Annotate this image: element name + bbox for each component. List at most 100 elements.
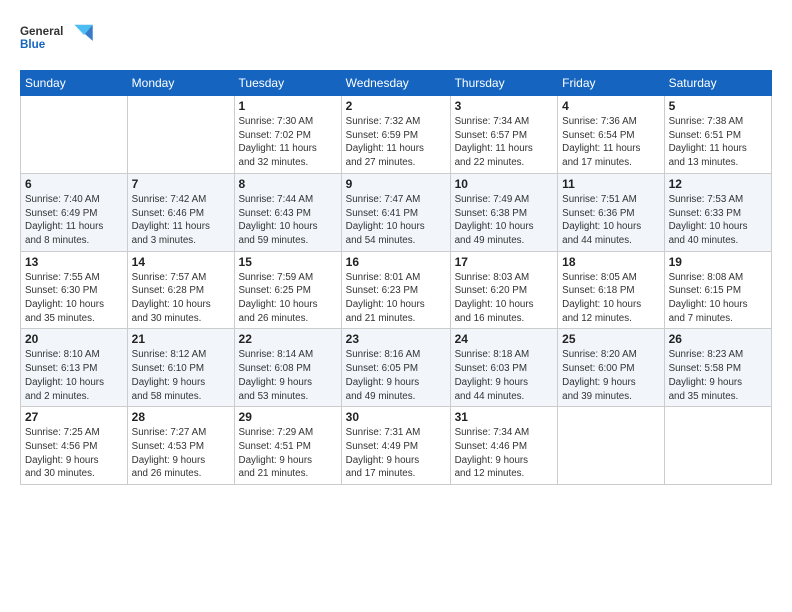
day-info: Sunrise: 7:42 AM Sunset: 6:46 PM Dayligh…	[132, 193, 230, 248]
day-number: 24	[455, 332, 554, 346]
day-cell: 4 Sunrise: 7:36 AM Sunset: 6:54 PM Daylig…	[558, 96, 664, 174]
day-info: Sunrise: 8:20 AM Sunset: 6:00 PM Dayligh…	[562, 348, 659, 403]
day-info: Sunrise: 8:03 AM Sunset: 6:20 PM Dayligh…	[455, 271, 554, 326]
day-info: Sunrise: 7:59 AM Sunset: 6:25 PM Dayligh…	[239, 271, 337, 326]
day-cell: 14 Sunrise: 7:57 AM Sunset: 6:28 PM Dayli…	[127, 251, 234, 329]
week-row-3: 13Sunrise: 7:55 AM Sunset: 6:30 PM Dayli…	[21, 251, 772, 329]
day-info: Sunrise: 8:05 AM Sunset: 6:18 PM Dayligh…	[562, 271, 659, 326]
day-info: Sunrise: 7:51 AM Sunset: 6:36 PM Dayligh…	[562, 193, 659, 248]
day-cell	[664, 407, 771, 485]
day-cell: 3 Sunrise: 7:34 AM Sunset: 6:57 PM Daylig…	[450, 96, 558, 174]
day-cell: 18 Sunrise: 8:05 AM Sunset: 6:18 PM Dayli…	[558, 251, 664, 329]
day-info: Sunrise: 8:01 AM Sunset: 6:23 PM Dayligh…	[346, 271, 446, 326]
day-info: Sunrise: 8:16 AM Sunset: 6:05 PM Dayligh…	[346, 348, 446, 403]
day-cell: 15Sunrise: 7:59 AM Sunset: 6:25 PM Dayli…	[234, 251, 341, 329]
day-cell: 26 Sunrise: 8:23 AM Sunset: 5:58 PM Dayli…	[664, 329, 771, 407]
weekday-tuesday: Tuesday	[234, 71, 341, 96]
day-info: Sunrise: 7:30 AM Sunset: 7:02 PM Dayligh…	[239, 115, 337, 170]
day-number: 25	[562, 332, 659, 346]
weekday-thursday: Thursday	[450, 71, 558, 96]
week-row-1: 1 Sunrise: 7:30 AM Sunset: 7:02 PM Daylig…	[21, 96, 772, 174]
logo: General Blue	[20, 16, 100, 60]
day-cell	[127, 96, 234, 174]
day-info: Sunrise: 7:36 AM Sunset: 6:54 PM Dayligh…	[562, 115, 659, 170]
day-cell: 20 Sunrise: 8:10 AM Sunset: 6:13 PM Dayli…	[21, 329, 128, 407]
day-cell: 24 Sunrise: 8:18 AM Sunset: 6:03 PM Dayli…	[450, 329, 558, 407]
weekday-saturday: Saturday	[664, 71, 771, 96]
day-cell: 1 Sunrise: 7:30 AM Sunset: 7:02 PM Daylig…	[234, 96, 341, 174]
day-number: 20	[25, 332, 123, 346]
day-cell: 2 Sunrise: 7:32 AM Sunset: 6:59 PM Daylig…	[341, 96, 450, 174]
svg-text:General: General	[20, 25, 63, 38]
day-number: 16	[346, 255, 446, 269]
week-row-4: 20 Sunrise: 8:10 AM Sunset: 6:13 PM Dayli…	[21, 329, 772, 407]
day-cell: 10 Sunrise: 7:49 AM Sunset: 6:38 PM Dayli…	[450, 173, 558, 251]
day-cell	[21, 96, 128, 174]
day-info: Sunrise: 7:49 AM Sunset: 6:38 PM Dayligh…	[455, 193, 554, 248]
day-cell: 9 Sunrise: 7:47 AM Sunset: 6:41 PM Daylig…	[341, 173, 450, 251]
weekday-wednesday: Wednesday	[341, 71, 450, 96]
day-info: Sunrise: 7:27 AM Sunset: 4:53 PM Dayligh…	[132, 426, 230, 481]
day-cell: 8Sunrise: 7:44 AM Sunset: 6:43 PM Daylig…	[234, 173, 341, 251]
day-number: 11	[562, 177, 659, 191]
day-number: 23	[346, 332, 446, 346]
day-cell: 7 Sunrise: 7:42 AM Sunset: 6:46 PM Daylig…	[127, 173, 234, 251]
day-info: Sunrise: 7:44 AM Sunset: 6:43 PM Dayligh…	[239, 193, 337, 248]
day-cell	[558, 407, 664, 485]
day-info: Sunrise: 7:32 AM Sunset: 6:59 PM Dayligh…	[346, 115, 446, 170]
header: General Blue	[20, 16, 772, 60]
weekday-monday: Monday	[127, 71, 234, 96]
day-number: 9	[346, 177, 446, 191]
day-info: Sunrise: 8:14 AM Sunset: 6:08 PM Dayligh…	[239, 348, 337, 403]
calendar-table: SundayMondayTuesdayWednesdayThursdayFrid…	[20, 70, 772, 485]
day-info: Sunrise: 7:31 AM Sunset: 4:49 PM Dayligh…	[346, 426, 446, 481]
week-row-2: 6 Sunrise: 7:40 AM Sunset: 6:49 PM Daylig…	[21, 173, 772, 251]
day-number: 2	[346, 99, 446, 113]
day-cell: 13Sunrise: 7:55 AM Sunset: 6:30 PM Dayli…	[21, 251, 128, 329]
day-number: 13	[25, 255, 123, 269]
day-number: 18	[562, 255, 659, 269]
day-number: 30	[346, 410, 446, 424]
day-number: 14	[132, 255, 230, 269]
day-cell: 17 Sunrise: 8:03 AM Sunset: 6:20 PM Dayli…	[450, 251, 558, 329]
logo-svg: General Blue	[20, 16, 100, 60]
day-number: 4	[562, 99, 659, 113]
day-number: 10	[455, 177, 554, 191]
day-info: Sunrise: 7:57 AM Sunset: 6:28 PM Dayligh…	[132, 271, 230, 326]
day-cell: 6 Sunrise: 7:40 AM Sunset: 6:49 PM Daylig…	[21, 173, 128, 251]
day-info: Sunrise: 8:12 AM Sunset: 6:10 PM Dayligh…	[132, 348, 230, 403]
day-number: 28	[132, 410, 230, 424]
day-cell: 16 Sunrise: 8:01 AM Sunset: 6:23 PM Dayli…	[341, 251, 450, 329]
svg-text:Blue: Blue	[20, 38, 46, 51]
day-number: 1	[239, 99, 337, 113]
day-cell: 23 Sunrise: 8:16 AM Sunset: 6:05 PM Dayli…	[341, 329, 450, 407]
day-cell: 30 Sunrise: 7:31 AM Sunset: 4:49 PM Dayli…	[341, 407, 450, 485]
day-info: Sunrise: 7:25 AM Sunset: 4:56 PM Dayligh…	[25, 426, 123, 481]
weekday-sunday: Sunday	[21, 71, 128, 96]
day-cell: 22 Sunrise: 8:14 AM Sunset: 6:08 PM Dayli…	[234, 329, 341, 407]
day-info: Sunrise: 8:18 AM Sunset: 6:03 PM Dayligh…	[455, 348, 554, 403]
day-info: Sunrise: 7:34 AM Sunset: 4:46 PM Dayligh…	[455, 426, 554, 481]
calendar-page: General Blue SundayMondayTuesdayWednesda…	[0, 0, 792, 612]
day-number: 7	[132, 177, 230, 191]
day-cell: 28 Sunrise: 7:27 AM Sunset: 4:53 PM Dayli…	[127, 407, 234, 485]
day-number: 12	[669, 177, 767, 191]
day-number: 26	[669, 332, 767, 346]
weekday-header-row: SundayMondayTuesdayWednesdayThursdayFrid…	[21, 71, 772, 96]
day-number: 22	[239, 332, 337, 346]
day-info: Sunrise: 7:38 AM Sunset: 6:51 PM Dayligh…	[669, 115, 767, 170]
day-number: 6	[25, 177, 123, 191]
day-info: Sunrise: 8:10 AM Sunset: 6:13 PM Dayligh…	[25, 348, 123, 403]
day-info: Sunrise: 8:08 AM Sunset: 6:15 PM Dayligh…	[669, 271, 767, 326]
day-info: Sunrise: 7:47 AM Sunset: 6:41 PM Dayligh…	[346, 193, 446, 248]
day-cell: 11 Sunrise: 7:51 AM Sunset: 6:36 PM Dayli…	[558, 173, 664, 251]
day-number: 17	[455, 255, 554, 269]
day-info: Sunrise: 7:34 AM Sunset: 6:57 PM Dayligh…	[455, 115, 554, 170]
day-number: 31	[455, 410, 554, 424]
day-number: 3	[455, 99, 554, 113]
day-number: 27	[25, 410, 123, 424]
day-info: Sunrise: 8:23 AM Sunset: 5:58 PM Dayligh…	[669, 348, 767, 403]
day-cell: 29Sunrise: 7:29 AM Sunset: 4:51 PM Dayli…	[234, 407, 341, 485]
day-info: Sunrise: 7:40 AM Sunset: 6:49 PM Dayligh…	[25, 193, 123, 248]
week-row-5: 27 Sunrise: 7:25 AM Sunset: 4:56 PM Dayli…	[21, 407, 772, 485]
